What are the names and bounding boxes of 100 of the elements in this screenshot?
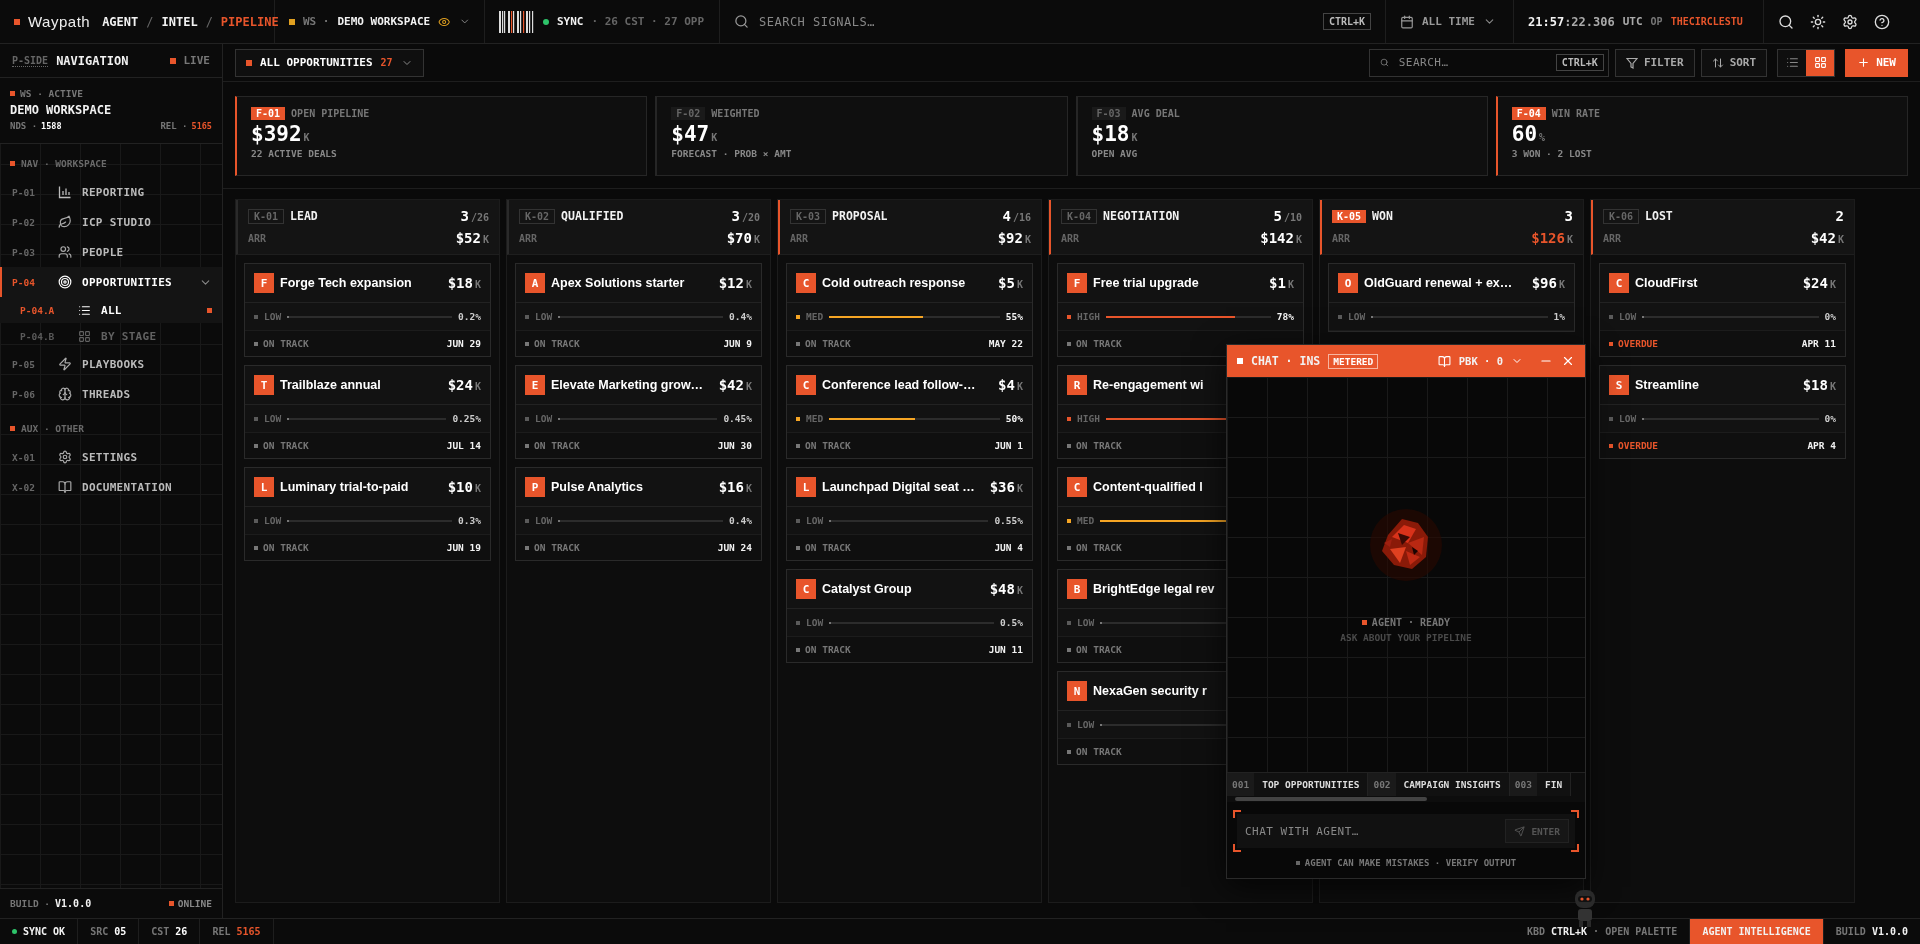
suggestion-chip[interactable]: 002 CAMPAIGN INSIGHTS — [1368, 773, 1510, 796]
status-marker-icon — [254, 443, 258, 448]
nav-item[interactable]: P-02 ICP STUDIO — [0, 207, 222, 237]
nav-item[interactable]: P-05 PLAYBOOKS — [0, 349, 222, 379]
chat-input-field[interactable]: CHAT WITH AGENT… — [1243, 823, 1500, 839]
close-button[interactable] — [1561, 354, 1575, 368]
deal-status: ON TRACK — [534, 338, 580, 349]
deal-card[interactable]: A Apex Solutions starter $12 K LOW 0.4% ON TRACK JUN 9 — [515, 263, 762, 357]
help-button[interactable] — [1874, 13, 1890, 30]
deal-amount: $48 K — [989, 581, 1023, 597]
probability-value: 50% — [1005, 413, 1023, 424]
probability-value: 0.5% — [1000, 617, 1023, 628]
theme-button[interactable] — [1810, 13, 1826, 30]
marker-icon — [1295, 861, 1300, 865]
status-marker-icon — [1067, 341, 1071, 346]
shortcut-key: CTRL+K — [1550, 926, 1588, 937]
deal-status: ON TRACK — [805, 542, 851, 553]
priority-label: LOW — [264, 311, 282, 322]
scrollbar[interactable] — [1227, 796, 1585, 802]
deal-status: OVERDUE — [1618, 338, 1659, 349]
sync-stats: · 26 CST · 27 OPP — [591, 15, 705, 28]
stage-total: $70 K — [726, 230, 760, 246]
deal-amount: $4K — [998, 377, 1023, 393]
deal-title: CloudFirst — [1635, 276, 1699, 290]
view-dropdown[interactable]: ALL OPPORTUNITIES 27 — [235, 48, 424, 77]
initial-avatar: C — [796, 273, 816, 293]
nav-item[interactable]: P-03 PEOPLE — [0, 237, 222, 267]
deal-card[interactable]: C Conference lead follow-… $4K MED 50% ON TRACK JUN 1 — [786, 365, 1033, 459]
time-range-dropdown[interactable]: ALL TIME — [1422, 15, 1475, 28]
new-button[interactable]: NEW — [1845, 48, 1908, 77]
deal-card[interactable]: E Elevate Marketing grow… $42 K LOW 0.45% ON TRACK JUN 30 — [515, 365, 762, 459]
deal-card[interactable]: S Streamline $18 K LOW 0% OVERDUE APR 4 — [1599, 365, 1846, 459]
nav-item[interactable]: X-01 SETTINGS — [0, 442, 222, 472]
build-version: V1.0.0 — [1871, 926, 1908, 937]
stage-name: QUALIFIED — [561, 209, 624, 223]
breadcrumb-link[interactable]: PIPELINE — [220, 14, 279, 29]
sort-icon — [1711, 56, 1724, 69]
search-icon — [1379, 56, 1389, 69]
deal-card[interactable]: L Luminary trial-to-paid $10 K LOW 0.3% ON TRACK JUN 19 — [244, 467, 491, 561]
deal-status: ON TRACK — [1076, 746, 1122, 757]
initial-avatar: L — [796, 477, 816, 497]
deal-card[interactable]: L Launchpad Digital seat … $36 K LOW 0.55% ON TRACK JUN 4 — [786, 467, 1033, 561]
deal-status: OVERDUE — [1618, 440, 1659, 451]
nav-item[interactable]: X-02 DOCUMENTATION — [0, 472, 222, 502]
metric-note: FORECAST · PROB × AMT — [671, 148, 793, 159]
suggestion-chip[interactable]: 001 TOP OPPORTUNITIES — [1227, 773, 1369, 796]
grid-view-button[interactable] — [1806, 49, 1835, 76]
settings-button[interactable] — [1842, 13, 1858, 30]
priority-marker-icon — [796, 620, 800, 625]
deal-card[interactable]: C CloudFirst $24K LOW 0% OVERDUE APR 11 — [1599, 263, 1846, 357]
active-marker-icon — [207, 307, 212, 313]
list-view-button[interactable] — [1778, 49, 1807, 76]
priority-label: HIGH — [1077, 413, 1100, 424]
metric-code: F-03 — [1091, 107, 1126, 120]
opportunity-search-field[interactable]: SEARCH… — [1396, 55, 1548, 70]
search-button[interactable] — [1778, 13, 1794, 30]
nav-item[interactable]: P-01 REPORTING — [0, 177, 222, 207]
priority-marker-icon — [1609, 314, 1613, 319]
stat-value: 1588 — [41, 121, 62, 131]
deal-card[interactable]: C Cold outreach response $5 K MED 55% ON TRACK MAY 22 — [786, 263, 1033, 357]
deal-card[interactable]: P Pulse Analytics $16 K LOW 0.4% ON TRACK JUN 24 — [515, 467, 762, 561]
priority-label: LOW — [535, 311, 553, 322]
initial-avatar: O — [1338, 273, 1358, 293]
breadcrumb-link[interactable]: INTEL — [161, 14, 198, 29]
sort-button[interactable]: SORT — [1700, 48, 1768, 77]
priority-marker-icon — [1609, 416, 1613, 421]
deal-card[interactable]: C Catalyst Group $48 K LOW 0.5% ON TRACK JUN 11 — [786, 569, 1033, 663]
list-icon — [78, 303, 91, 317]
deal-card[interactable]: O OldGuard renewal + ex… $96 K LOW 1% — [1328, 263, 1575, 332]
signal-search-field[interactable]: SEARCH SIGNALS… — [757, 13, 1315, 30]
app-logo[interactable]: Waypath — [28, 13, 91, 30]
priority-marker-icon — [254, 314, 258, 319]
deal-card[interactable]: T Trailblaze annual $24K LOW 0.25% ON TRACK JUL 14 — [244, 365, 491, 459]
workspace-name[interactable]: DEMO WORKSPACE — [337, 15, 431, 28]
operator-name[interactable]: THECIRCLESTU — [1670, 16, 1743, 27]
priority-marker-icon — [525, 314, 529, 319]
deal-title: Conference lead follow-… — [822, 378, 977, 392]
deal-title: BrightEdge legal rev — [1093, 582, 1216, 596]
section-heading: NAV · WORKSPACE — [21, 158, 107, 169]
stage-count: 3/26 — [460, 208, 489, 224]
deal-amount: $1K — [1269, 275, 1294, 291]
priority-marker-icon — [1067, 314, 1071, 319]
priority-marker-icon — [1067, 620, 1071, 625]
online-marker-icon — [168, 901, 174, 906]
deal-card[interactable]: F Forge Tech expansion $18 K LOW 0.2% ON TRACK JUN 29 — [244, 263, 491, 357]
deal-card[interactable]: F Free trial upgrade $1K HIGH 78% ON TRACK — [1057, 263, 1304, 357]
filter-button[interactable]: FILTER — [1614, 48, 1695, 77]
nav-subitem[interactable]: P-04.A ALL — [0, 297, 222, 323]
status-marker-icon — [1067, 749, 1071, 754]
stage-count: 4/16 — [1002, 208, 1031, 224]
build-label: BUILD · — [10, 898, 51, 909]
deal-date: APR 4 — [1807, 440, 1836, 451]
suggestion-chip[interactable]: 003 FIN — [1509, 773, 1572, 796]
nav-item[interactable]: P-04 OPPORTUNITIES — [0, 267, 222, 297]
deal-amount: $42 K — [718, 377, 752, 393]
search-bar[interactable]: SEARCH… CTRL+K — [1368, 48, 1609, 77]
nav-item[interactable]: P-06 THREADS — [0, 379, 222, 409]
stage-name: NEGOTIATION — [1103, 209, 1180, 223]
metric-value: $47 K — [671, 122, 719, 146]
breadcrumb-link[interactable]: AGENT — [102, 14, 139, 29]
